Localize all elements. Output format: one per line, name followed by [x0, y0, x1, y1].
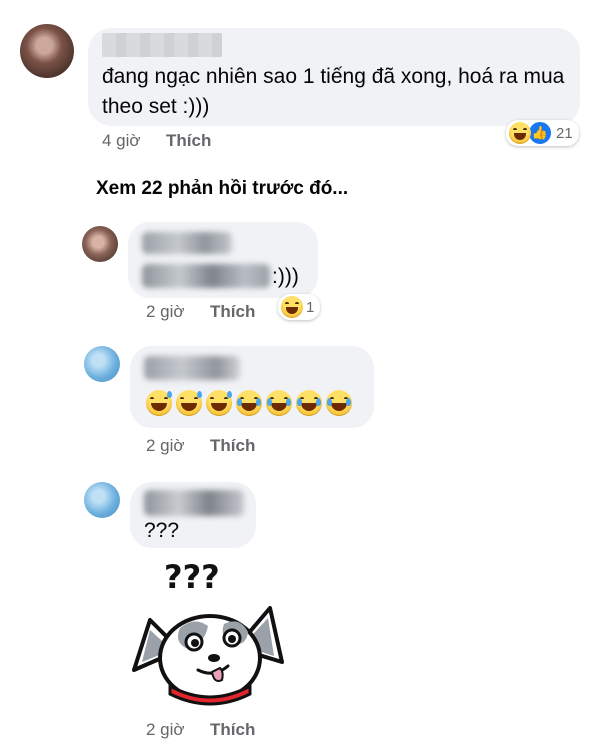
reaction-summary[interactable]: 1 [278, 294, 321, 320]
like-button[interactable]: Thích [210, 720, 255, 739]
reply-meta: 2 giờ Thích [146, 436, 255, 456]
reply-time[interactable]: 2 giờ [146, 720, 185, 739]
avatar[interactable] [82, 226, 118, 262]
blurred-author-name[interactable] [144, 356, 240, 380]
sticker-question-marks: ??? [164, 558, 220, 596]
blurred-author-name[interactable] [144, 490, 244, 516]
crying-emoji-icon [296, 390, 322, 416]
avatar[interactable] [84, 482, 120, 518]
reaction-count: 1 [306, 298, 315, 316]
reply-time[interactable]: 2 giờ [146, 302, 185, 321]
grin-sweat-emoji-icon [206, 390, 232, 416]
crying-emoji-icon [236, 390, 262, 416]
see-previous-replies-link[interactable]: Xem 22 phản hồi trước đó... [96, 178, 348, 200]
avatar[interactable] [84, 346, 120, 382]
grin-sweat-emoji-icon [146, 390, 172, 416]
emoji-row [146, 390, 352, 416]
grin-sweat-emoji-icon [176, 390, 202, 416]
crying-emoji-icon [266, 390, 292, 416]
laugh-reaction-icon [281, 296, 303, 318]
reply-meta: 2 giờ Thích [146, 720, 255, 740]
like-button[interactable]: Thích [210, 302, 255, 321]
blurred-text [142, 264, 270, 288]
comment-text: đang ngạc nhiên sao 1 tiếng đã xong, hoá… [102, 65, 565, 118]
avatar[interactable] [20, 24, 74, 78]
reply-meta: 2 giờ Thích [146, 302, 255, 322]
like-button[interactable]: Thích [210, 436, 255, 455]
reaction-summary[interactable]: 👍 21 [506, 120, 579, 146]
blurred-author-name[interactable] [102, 33, 222, 57]
reply-time[interactable]: 2 giờ [146, 436, 185, 455]
confused-dog-sticker[interactable]: ??? [128, 558, 288, 708]
blurred-author-name[interactable] [142, 232, 232, 254]
comment-meta: 4 giờ Thích [102, 131, 211, 151]
reply-text: :))) [272, 265, 299, 288]
crying-emoji-icon [326, 390, 352, 416]
laugh-reaction-icon [509, 122, 531, 144]
comment-time[interactable]: 4 giờ [102, 131, 141, 150]
reply-text: ??? [144, 519, 180, 542]
reaction-count: 21 [556, 124, 573, 142]
like-button[interactable]: Thích [166, 131, 211, 150]
